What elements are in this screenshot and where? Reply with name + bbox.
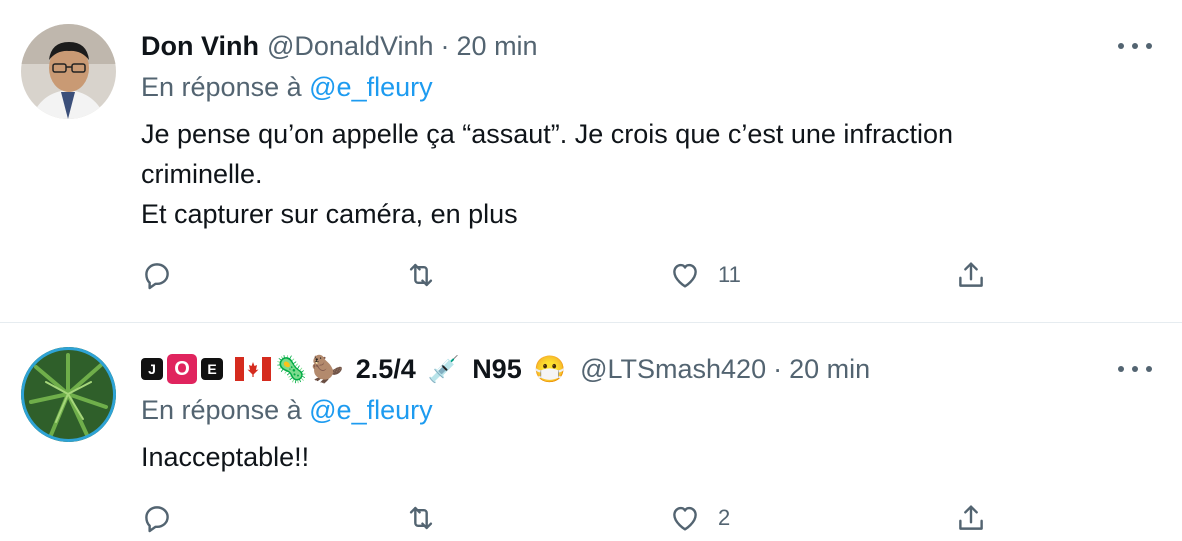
reply-prefix: En réponse à	[141, 395, 302, 425]
tweet-text-line: Et capturer sur caméra, en plus	[141, 199, 518, 229]
share-icon	[959, 262, 983, 287]
like-count: 2	[718, 505, 731, 530]
syringe-emoji: 💉	[427, 354, 461, 384]
tweet-text-line: criminelle.	[141, 159, 263, 189]
tweet-text: Je pense qu’on appelle ça “assaut”. Je c…	[141, 114, 1101, 234]
retweet-icon	[409, 263, 433, 287]
share-icon	[959, 505, 983, 530]
timestamp[interactable]: 20 min	[789, 354, 870, 385]
timestamp[interactable]: 20 min	[457, 31, 538, 62]
like-button[interactable]: 2	[668, 501, 730, 535]
tweet-header: J O E 🦠 🦫 2.5/4 💉 N95 😷 @LTSmash420 · 20…	[141, 350, 870, 388]
reply-prefix: En réponse à	[141, 72, 302, 102]
tweet-text-line: Je pense qu’on appelle ça “assaut”. Je c…	[141, 119, 953, 149]
retweet-icon	[409, 506, 433, 530]
display-name[interactable]: J O E 🦠 🦫 2.5/4 💉 N95 😷	[141, 354, 566, 385]
tweet[interactable]: J O E 🦠 🦫 2.5/4 💉 N95 😷 @LTSmash420 · 20…	[0, 323, 1182, 533]
reply-icon	[145, 263, 169, 290]
share-button[interactable]	[954, 258, 988, 292]
like-count: 11	[718, 262, 741, 287]
letter-badge-j: J	[141, 358, 163, 380]
retweet-button[interactable]	[404, 258, 438, 292]
reply-icon	[145, 506, 169, 533]
avatar[interactable]	[21, 24, 116, 119]
reply-button[interactable]	[140, 501, 174, 535]
tweet-actions: 11	[0, 258, 1182, 298]
beaver-emoji: 🦫	[311, 354, 344, 384]
user-handle[interactable]: @LTSmash420	[580, 354, 766, 385]
avatar[interactable]	[21, 347, 116, 442]
separator-dot: ·	[440, 30, 450, 61]
reply-mention-link[interactable]: @e_fleury	[309, 395, 432, 425]
tweet-text-line: Inacceptable!!	[141, 442, 310, 472]
share-button[interactable]	[954, 501, 988, 535]
separator-dot: ·	[773, 353, 783, 384]
user-handle[interactable]: @DonaldVinh	[267, 31, 434, 62]
letter-badge-o: O	[167, 354, 197, 384]
more-options-icon[interactable]	[1118, 34, 1152, 58]
tweet[interactable]: Don Vinh @DonaldVinh · 20 min En réponse…	[0, 0, 1182, 323]
canada-flag-icon	[235, 357, 271, 381]
reply-button[interactable]	[140, 258, 174, 292]
retweet-button[interactable]	[404, 501, 438, 535]
name-text: 2.5/4	[355, 353, 416, 384]
virus-emoji: 🦠	[275, 354, 308, 384]
tweet-header: Don Vinh @DonaldVinh · 20 min	[141, 27, 538, 65]
reply-mention-link[interactable]: @e_fleury	[309, 72, 432, 102]
tweet-actions: 2	[0, 501, 1182, 541]
heart-icon	[673, 506, 697, 531]
like-button[interactable]: 11	[668, 258, 741, 292]
tweet-text: Inacceptable!!	[141, 437, 1101, 477]
heart-icon	[673, 263, 697, 288]
reply-context: En réponse à @e_fleury	[141, 395, 433, 426]
name-text: N95	[472, 353, 522, 384]
display-name[interactable]: Don Vinh	[141, 31, 259, 62]
letter-badge-e: E	[201, 358, 223, 380]
mask-emoji: 😷	[533, 354, 567, 384]
reply-context: En réponse à @e_fleury	[141, 72, 433, 103]
more-options-icon[interactable]	[1118, 357, 1152, 381]
